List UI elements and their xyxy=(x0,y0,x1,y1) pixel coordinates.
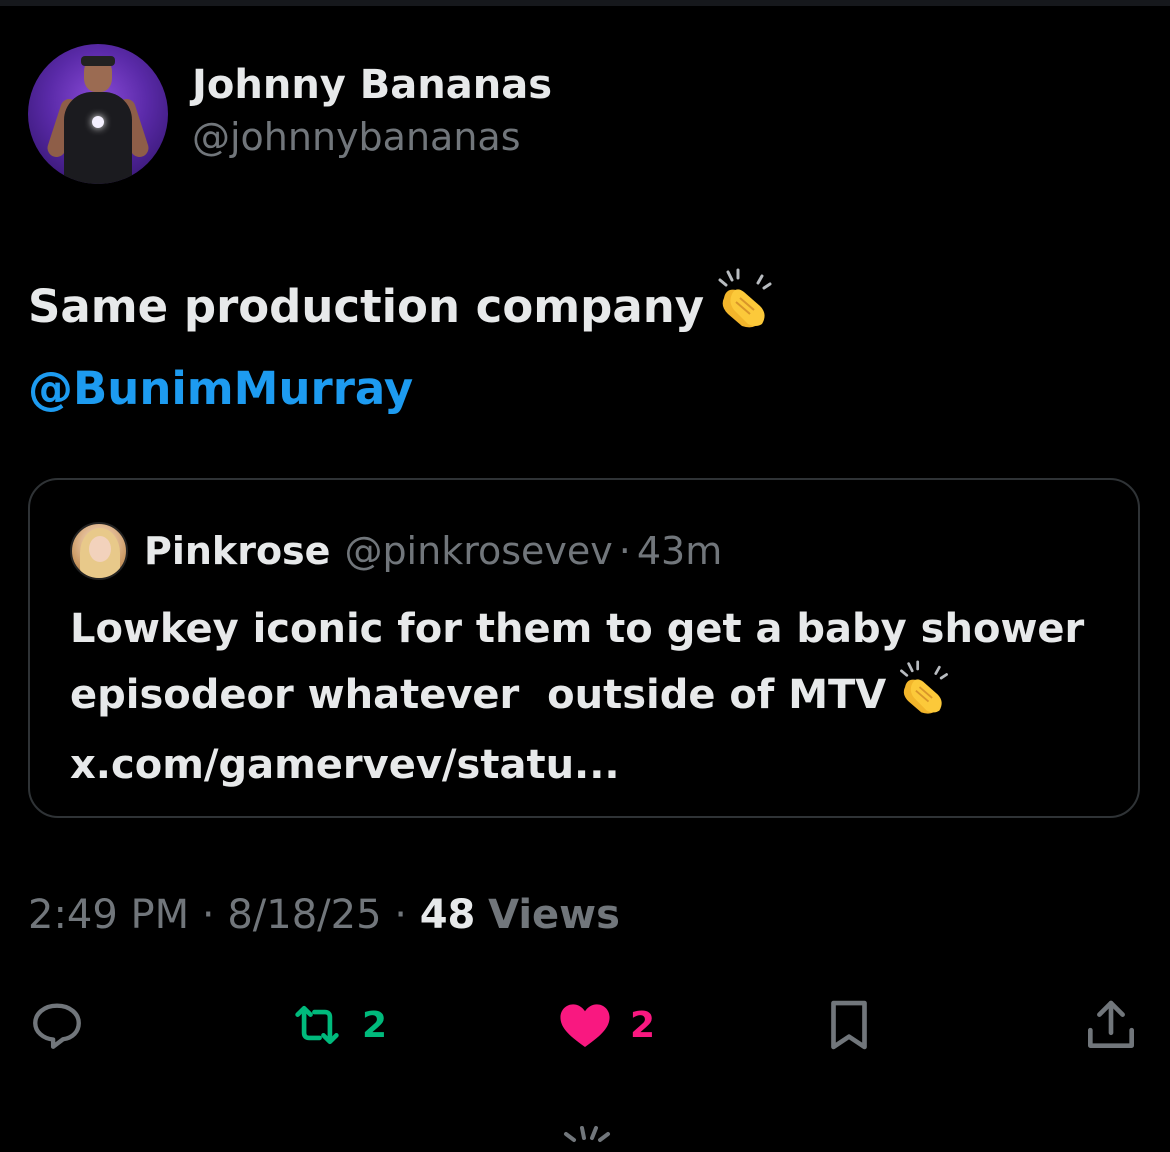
meta-separator: · xyxy=(394,892,407,938)
author-names: Johnny Bananas @johnnybananas xyxy=(192,59,552,163)
reply-icon xyxy=(33,1003,81,1049)
quoted-separator: · xyxy=(618,529,631,573)
reply-button[interactable] xyxy=(28,990,86,1060)
tweet-time[interactable]: 2:49 PM xyxy=(28,892,189,938)
author-handle[interactable]: @johnnybananas xyxy=(192,111,552,163)
tweet-text: Same production company @BunimMurray xyxy=(28,268,1128,426)
author-avatar[interactable] xyxy=(28,44,168,184)
author-display-name[interactable]: Johnny Bananas xyxy=(192,59,552,111)
quoted-tweet-header: Pinkrose @pinkrosevev · 43m xyxy=(70,522,722,580)
retweet-count: 2 xyxy=(362,1004,388,1046)
clapping-hands-icon xyxy=(896,660,952,734)
quoted-text-line-2: episodeor whatever outside of MTV xyxy=(70,672,887,718)
heart-icon xyxy=(560,1004,610,1047)
bookmark-button[interactable] xyxy=(818,990,880,1060)
views-label[interactable]: Views xyxy=(488,892,620,938)
quoted-timestamp[interactable]: 43m xyxy=(637,529,722,573)
tweet-detail-page: Johnny Bananas @johnnybananas Same produ… xyxy=(0,0,1170,1152)
quoted-text-line-1: Lowkey iconic for them to get a baby sho… xyxy=(70,606,1085,652)
tweet-meta: 2:49 PM · 8/18/25 · 48 Views xyxy=(28,892,620,938)
author-header: Johnny Bananas @johnnybananas xyxy=(28,44,552,184)
quoted-author-name[interactable]: Pinkrose xyxy=(144,529,330,573)
share-icon xyxy=(1088,1000,1134,1048)
mention-link[interactable]: @BunimMurray xyxy=(28,362,413,415)
views-count: 48 xyxy=(419,892,476,938)
share-button[interactable] xyxy=(1080,990,1142,1060)
tweet-date[interactable]: 8/18/25 xyxy=(227,892,381,938)
bookmark-icon xyxy=(831,1000,867,1050)
like-count: 2 xyxy=(630,1004,656,1046)
tweet-body-text: Same production company xyxy=(28,280,705,333)
loading-spinner-icon xyxy=(560,1124,614,1152)
clapping-hands-icon xyxy=(714,268,776,352)
quoted-author-handle[interactable]: @pinkrosevev xyxy=(344,529,612,573)
quoted-tweet-text: Lowkey iconic for them to get a baby sho… xyxy=(70,598,1120,796)
tweet-actions-bar: 2 2 xyxy=(0,990,1170,1060)
like-button[interactable]: 2 xyxy=(554,990,655,1060)
quoted-link-text[interactable]: x.com/gamervev/statu... xyxy=(70,742,620,788)
meta-separator: · xyxy=(201,892,215,938)
retweet-button[interactable]: 2 xyxy=(286,990,387,1060)
retweet-icon xyxy=(295,1005,339,1045)
quoted-author-avatar[interactable] xyxy=(70,522,128,580)
quoted-tweet-card[interactable]: Pinkrose @pinkrosevev · 43m Lowkey iconi… xyxy=(28,478,1140,818)
top-divider xyxy=(0,0,1170,6)
